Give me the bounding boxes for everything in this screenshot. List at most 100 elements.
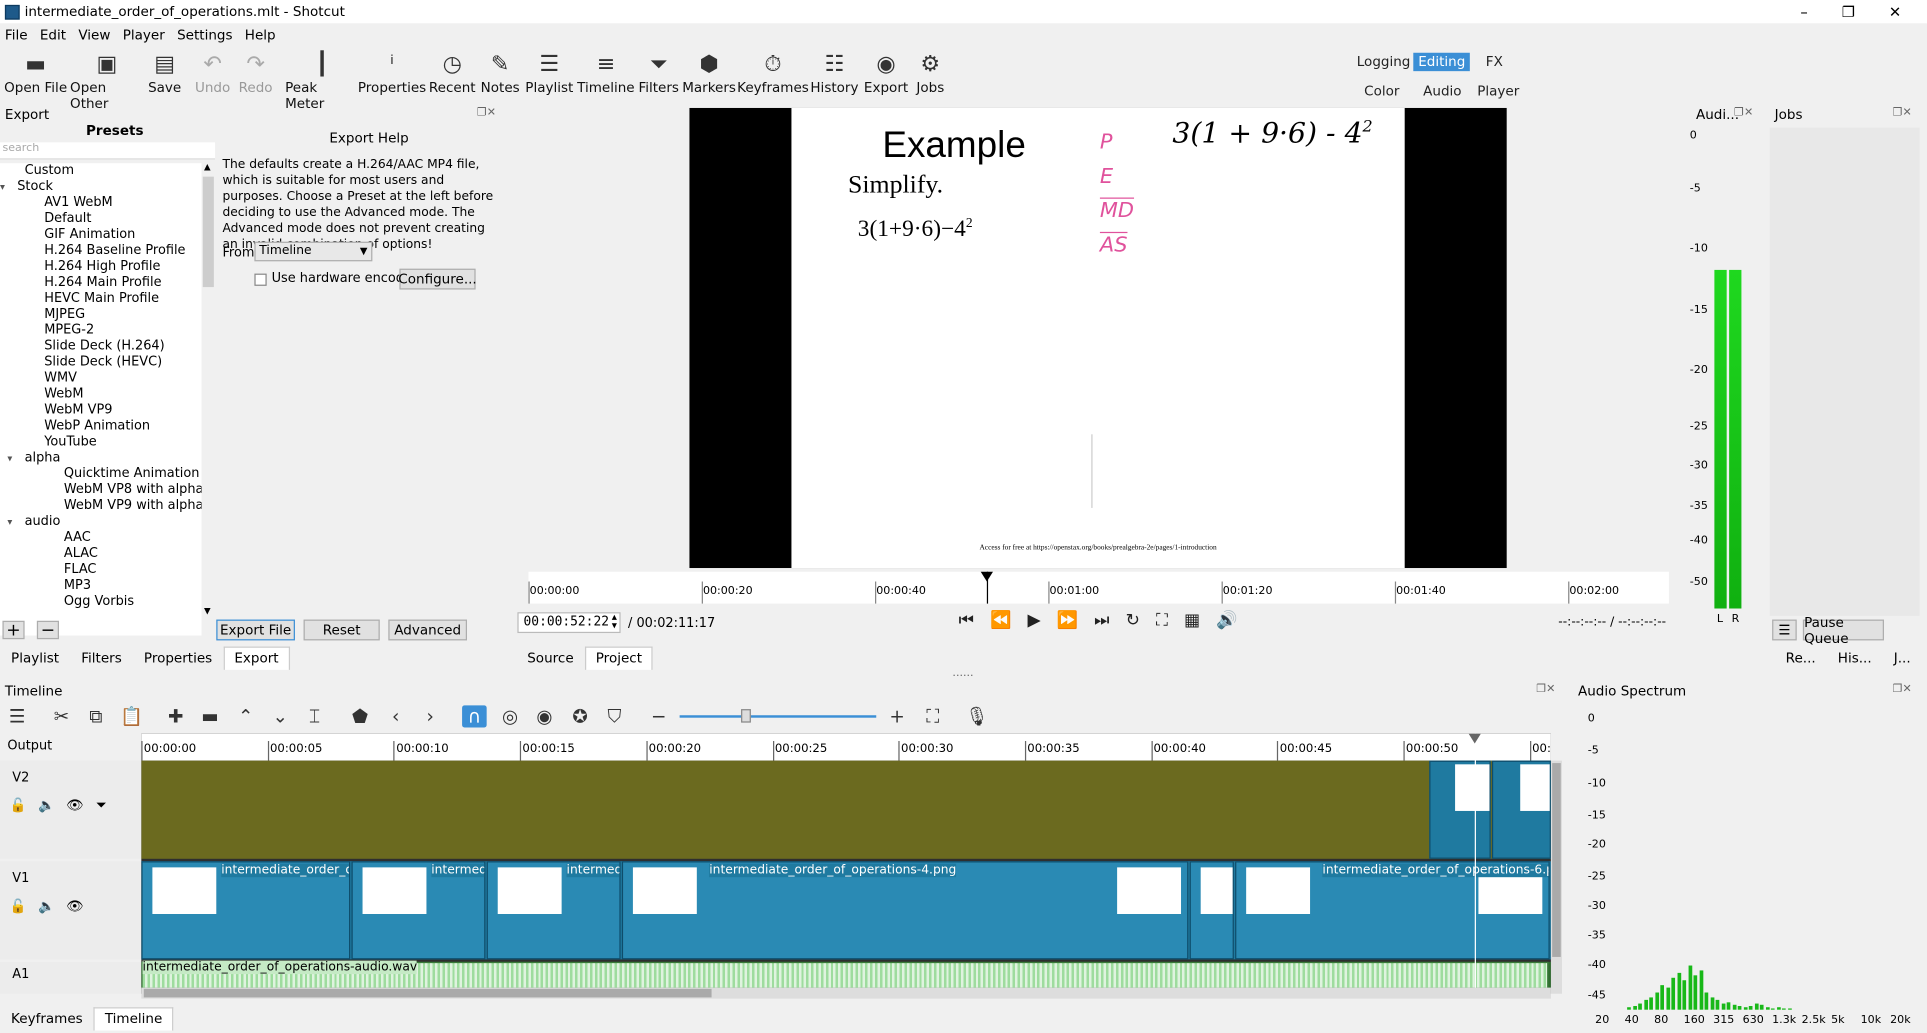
position-timecode-field[interactable]: 00:00:52:22 ▲ ▼	[517, 612, 621, 634]
zoom-fit-timeline-icon[interactable]: ⛶	[920, 705, 945, 727]
tab-keyframes[interactable]: Keyframes	[0, 1007, 94, 1030]
preset-item[interactable]: H.264 Baseline Profile	[0, 243, 202, 259]
preset-item[interactable]: AAC	[0, 530, 202, 546]
tab-project[interactable]: Project	[584, 646, 654, 670]
track-v1[interactable]: intermediate_order_of_o intermedi intermed…	[141, 861, 1551, 960]
mode-player[interactable]: Player	[1472, 82, 1524, 100]
preset-item[interactable]: GIF Animation	[0, 227, 202, 243]
video-viewer[interactable]: Example Simplify. 3(1+9·6)−42 3(1 + 9·6)…	[689, 107, 1507, 569]
menu-file[interactable]: File	[5, 26, 28, 42]
next-marker-icon[interactable]: ›	[418, 705, 443, 727]
track-header-v1[interactable]: V1 🔓 🔈 👁	[0, 861, 142, 960]
timeline-vscroll[interactable]	[1550, 760, 1562, 994]
preset-item[interactable]: H.264 Main Profile	[0, 275, 202, 291]
mode-audio[interactable]: Audio	[1418, 82, 1466, 100]
zoom-in-icon[interactable]: +	[885, 705, 910, 727]
cut-icon[interactable]: ✂	[49, 705, 74, 727]
minimize-button[interactable]: –	[1782, 0, 1826, 23]
v1-clip[interactable]: intermedi	[351, 861, 486, 960]
timeline-menu-icon[interactable]: ☰	[5, 705, 30, 727]
mode-fx[interactable]: FX	[1481, 53, 1508, 71]
preset-item[interactable]: MPEG-2	[0, 323, 202, 339]
preset-item[interactable]: YouTube	[0, 434, 202, 450]
timeline-ruler[interactable]: 00:00:00 00:00:05 00:00:10 00:00:15 00:00:20…	[141, 733, 1551, 761]
from-select[interactable]: Timeline ▼	[254, 241, 373, 262]
track-header-v2[interactable]: V2 🔓 🔈 👁 ⏷	[0, 760, 142, 859]
dock-float-close-icon[interactable]: ❐✕	[477, 107, 496, 119]
menu-settings[interactable]: Settings	[177, 26, 232, 42]
ripple-delete-icon[interactable]: ▬	[198, 705, 223, 727]
v1-clip[interactable]: intermediate_order_of_operations-4.png	[622, 861, 1189, 960]
snap-icon[interactable]: ∩	[462, 705, 487, 728]
toolbar-peak-meter-button[interactable]: ┃ Peak Meter	[285, 50, 359, 112]
mute-icon[interactable]: 🔈	[38, 797, 55, 813]
scroll-down-icon[interactable]: ▼	[204, 606, 211, 616]
mode-color[interactable]: Color	[1359, 82, 1404, 100]
preset-item[interactable]: Custom	[0, 163, 202, 179]
tab-timeline[interactable]: Timeline	[93, 1007, 174, 1031]
v1-clip[interactable]	[1190, 861, 1234, 960]
v2-clip[interactable]	[1491, 760, 1551, 859]
track-a1[interactable]: intermediate_order_of_operations-audio.w…	[141, 960, 1551, 989]
skip-previous-icon[interactable]: ⏮	[959, 611, 974, 631]
eye-icon[interactable]: 👁	[66, 898, 83, 914]
preset-search-input[interactable]: search	[0, 142, 216, 160]
splitter-handle[interactable]: ......	[952, 667, 973, 679]
lift-icon[interactable]: ⌃	[234, 705, 259, 727]
configure-button[interactable]: Configure...	[398, 268, 477, 290]
tab-filters[interactable]: Filters	[70, 647, 133, 670]
zoom-fit-icon[interactable]: ⛶	[1156, 611, 1168, 631]
skip-next-icon[interactable]: ⏭	[1094, 611, 1109, 631]
toolbar-redo-button[interactable]: ↷ Redo	[219, 50, 293, 96]
remove-preset-button[interactable]: −	[36, 620, 59, 640]
tab-history[interactable]: His...	[1827, 647, 1883, 670]
play-icon[interactable]: ▶	[1027, 611, 1040, 631]
player-ruler[interactable]: 00:00:00 00:00:20 00:00:40 00:01:00 00:01:20…	[528, 571, 1669, 604]
preset-item[interactable]: AV1 WebM	[0, 195, 202, 211]
preset-item[interactable]: Slide Deck (HEVC)	[0, 355, 202, 371]
menu-view[interactable]: View	[78, 26, 110, 42]
jobs-menu-button[interactable]: ☰	[1772, 619, 1797, 641]
spectrum-dock-icons[interactable]: ❐✕	[1893, 683, 1912, 695]
filter-icon[interactable]: ⏷	[96, 797, 107, 814]
lock-icon[interactable]: 🔓	[10, 898, 27, 914]
preset-item[interactable]: ▾ audio	[0, 514, 202, 530]
overwrite-icon[interactable]: ⌄	[268, 705, 293, 727]
track-header-a1[interactable]: A1	[0, 961, 142, 994]
record-audio-icon[interactable]: 🎙	[965, 705, 990, 727]
preset-item[interactable]: MP3	[0, 578, 202, 594]
preset-item[interactable]: ▾ alpha	[0, 450, 202, 466]
expand-arrow-icon[interactable]: ▾	[7, 450, 24, 466]
preset-item[interactable]: HEVC Main Profile	[0, 291, 202, 307]
preset-item[interactable]: Quicktime Animation	[0, 466, 202, 482]
preset-item[interactable]: FLAC	[0, 562, 202, 578]
toolbar-jobs-button[interactable]: ⚙ Jobs	[893, 50, 967, 96]
export-file-button[interactable]: Export File	[216, 619, 295, 641]
volume-icon[interactable]: 🔊	[1216, 611, 1237, 631]
zoom-slider-handle[interactable]	[741, 709, 751, 723]
toolbar-markers-button[interactable]: ⬢ Markers	[672, 50, 746, 96]
append-icon[interactable]: ✚	[163, 705, 188, 727]
timeline-tracks[interactable]: 00:00:00 00:00:05 00:00:10 00:00:15 00:00:20…	[141, 733, 1551, 994]
toolbar-open-file-button[interactable]: ▬ Open File	[0, 50, 73, 96]
preset-item[interactable]: H.264 High Profile	[0, 259, 202, 275]
timeline-hscroll[interactable]	[141, 987, 1551, 999]
v1-clip[interactable]: intermed	[486, 861, 621, 960]
loop-icon[interactable]: ↻	[1126, 611, 1140, 631]
scroll-thumb[interactable]	[202, 176, 214, 288]
tab-properties[interactable]: Properties	[133, 647, 223, 670]
fast-forward-icon[interactable]: ⏩	[1057, 611, 1078, 631]
marker-icon[interactable]: ⬟	[348, 705, 373, 727]
scroll-up-icon[interactable]: ▲	[204, 162, 211, 172]
preset-item[interactable]: WebP Animation	[0, 418, 202, 434]
zoom-out-icon[interactable]: −	[646, 705, 671, 727]
spin-arrows-icon[interactable]: ▲ ▼	[612, 613, 617, 630]
preset-item[interactable]: WebM VP9 with alpha ...	[0, 498, 202, 514]
tab-recent[interactable]: Re...	[1775, 647, 1827, 670]
timeline-playhead-marker-icon[interactable]	[1468, 733, 1481, 744]
menu-player[interactable]: Player	[123, 26, 165, 42]
ripple-icon[interactable]: ◉	[532, 705, 557, 727]
v1-clip[interactable]: intermediate_order_of_o	[141, 861, 351, 960]
tab-export[interactable]: Export	[223, 646, 290, 670]
paste-icon[interactable]: 📋	[119, 705, 144, 727]
